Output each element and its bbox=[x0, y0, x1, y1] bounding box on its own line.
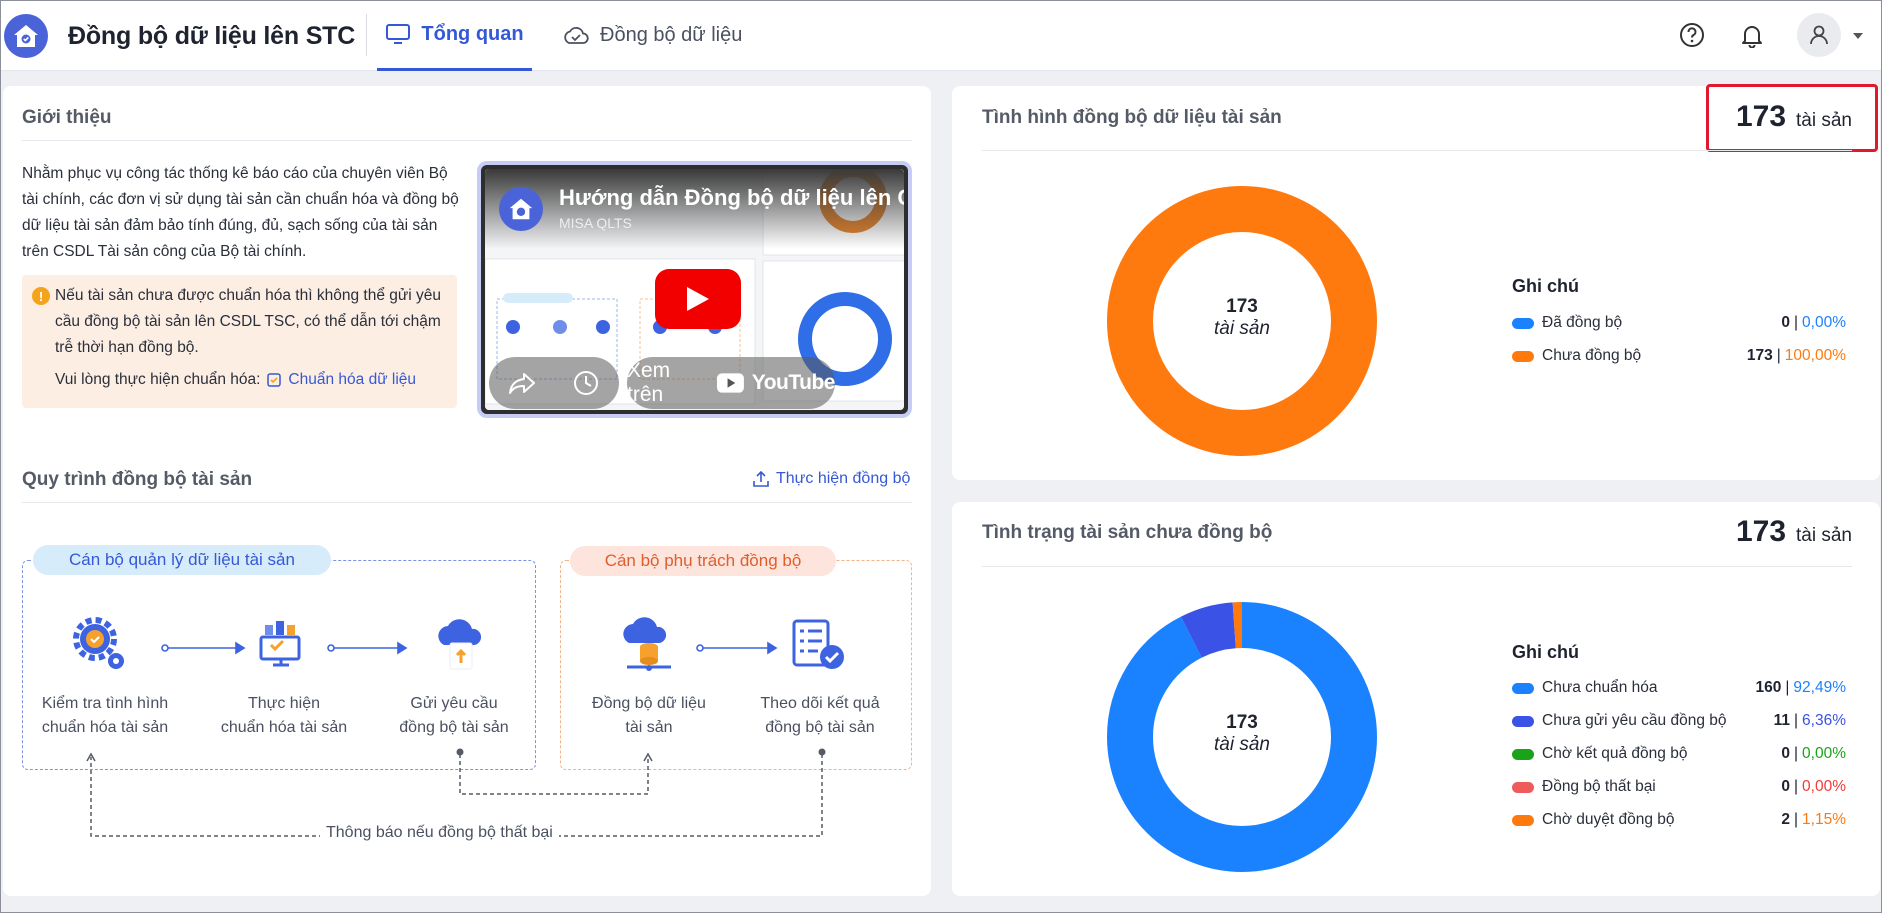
legend-percent: 100,00% bbox=[1784, 347, 1846, 364]
legend-swatch bbox=[1512, 317, 1534, 329]
unsynced-legend-row: Chưa gửi yêu cầu đồng bộ 11 | 6,36% bbox=[1512, 710, 1846, 732]
legend-separator: | bbox=[1785, 679, 1790, 696]
unsynced-count-value: 173 bbox=[1735, 515, 1787, 548]
legend-separator: | bbox=[1794, 778, 1799, 795]
unsynced-legend-row: Đồng bộ thất bại 0 | 0,00% bbox=[1512, 776, 1846, 798]
legend-label: Đã đồng bộ bbox=[1542, 314, 1623, 331]
sync-status-center-unit: tài sản bbox=[1214, 318, 1270, 339]
legend-separator: | bbox=[1794, 811, 1799, 828]
help-icon[interactable] bbox=[1677, 20, 1707, 50]
step-3-label: Gửi yêu cầu đồng bộ tài sản bbox=[399, 695, 509, 736]
legend-label: Chưa gửi yêu cầu đồng bộ bbox=[1542, 712, 1727, 729]
unsynced-donut-center: 173 tài sản bbox=[1172, 712, 1312, 756]
sync-status-legend-row: Chưa đồng bộ 173 | 100,00% bbox=[1512, 345, 1846, 367]
legend-label: Chờ duyệt đồng bộ bbox=[1542, 811, 1675, 828]
sync-status-legend-title: Ghi chú bbox=[1512, 276, 1579, 296]
legend-swatch bbox=[1512, 682, 1534, 694]
bell-icon[interactable] bbox=[1737, 20, 1767, 50]
sync-status-title: Tình hình đồng bộ dữ liệu tài sản bbox=[982, 107, 1282, 128]
unsynced-count-unit: tài sản bbox=[1796, 525, 1852, 546]
legend-value: 160 bbox=[1755, 679, 1782, 696]
unsynced-center-count: 173 bbox=[1226, 712, 1258, 733]
legend-swatch bbox=[1512, 350, 1534, 362]
legend-value: 0 bbox=[1781, 745, 1791, 762]
legend-percent: 6,36% bbox=[1802, 712, 1846, 729]
user-icon bbox=[1810, 25, 1828, 45]
legend-separator: | bbox=[1794, 314, 1799, 331]
step-5-label: Theo dõi kết quả đồng bộ tài sản bbox=[760, 695, 880, 736]
unsynced-legend-title: Ghi chú bbox=[1512, 642, 1579, 662]
legend-percent: 0,00% bbox=[1802, 314, 1846, 331]
unsynced-card bbox=[952, 502, 1880, 896]
legend-percent: 0,00% bbox=[1802, 778, 1846, 795]
legend-value: 2 bbox=[1781, 811, 1791, 828]
legend-percent: 1,15% bbox=[1802, 811, 1846, 828]
legend-percent: 0,00% bbox=[1802, 745, 1846, 762]
legend-separator: | bbox=[1794, 745, 1799, 762]
legend-value: 11 bbox=[1773, 712, 1791, 729]
sync-status-divider bbox=[982, 150, 1852, 151]
legend-value: 0 bbox=[1781, 778, 1791, 795]
sync-status-legend-row: Đã đồng bộ 0 | 0,00% bbox=[1512, 312, 1846, 334]
step-2-label: Thực hiện chuẩn hóa tài sản bbox=[220, 695, 348, 736]
unsynced-legend-row: Chờ duyệt đồng bộ 2 | 1,15% bbox=[1512, 809, 1846, 831]
count-highlight-box bbox=[1706, 84, 1878, 152]
sync-status-donut-center: 173 tài sản bbox=[1172, 296, 1312, 340]
legend-swatch bbox=[1512, 715, 1534, 727]
unsynced-count: 173 tài sản bbox=[1736, 515, 1852, 549]
sync-status-center-count: 173 bbox=[1226, 296, 1258, 317]
legend-label: Chưa chuẩn hóa bbox=[1542, 679, 1658, 696]
legend-value: 0 bbox=[1781, 314, 1791, 331]
legend-label: Chưa đồng bộ bbox=[1542, 347, 1642, 364]
failure-notification-label: Thông báo nếu đồng bộ thất bại bbox=[320, 824, 559, 842]
process-connectors bbox=[86, 641, 826, 837]
legend-value: 173 bbox=[1746, 347, 1773, 364]
step-1-label: Kiểm tra tình hình chuẩn hóa tài sản bbox=[41, 695, 169, 736]
legend-swatch bbox=[1512, 748, 1534, 760]
legend-swatch bbox=[1512, 814, 1534, 826]
legend-percent: 92,49% bbox=[1793, 679, 1846, 696]
user-avatar[interactable] bbox=[1797, 13, 1841, 57]
legend-separator: | bbox=[1776, 347, 1781, 364]
legend-label: Đồng bộ thất bại bbox=[1542, 778, 1656, 795]
unsynced-legend-row: Chưa chuẩn hóa 160 | 92,49% bbox=[1512, 677, 1846, 699]
unsynced-divider bbox=[982, 566, 1852, 567]
step-4-label: Đồng bộ dữ liệu tài sản bbox=[592, 695, 706, 736]
unsynced-center-unit: tài sản bbox=[1214, 734, 1270, 755]
legend-swatch bbox=[1512, 781, 1534, 793]
unsynced-legend-row: Chờ kết quả đồng bộ 0 | 0,00% bbox=[1512, 743, 1846, 765]
chevron-down-icon[interactable] bbox=[1852, 28, 1864, 45]
legend-label: Chờ kết quả đồng bộ bbox=[1542, 745, 1688, 762]
unsynced-title: Tình trạng tài sản chưa đồng bộ bbox=[982, 522, 1273, 543]
legend-separator: | bbox=[1794, 712, 1799, 729]
